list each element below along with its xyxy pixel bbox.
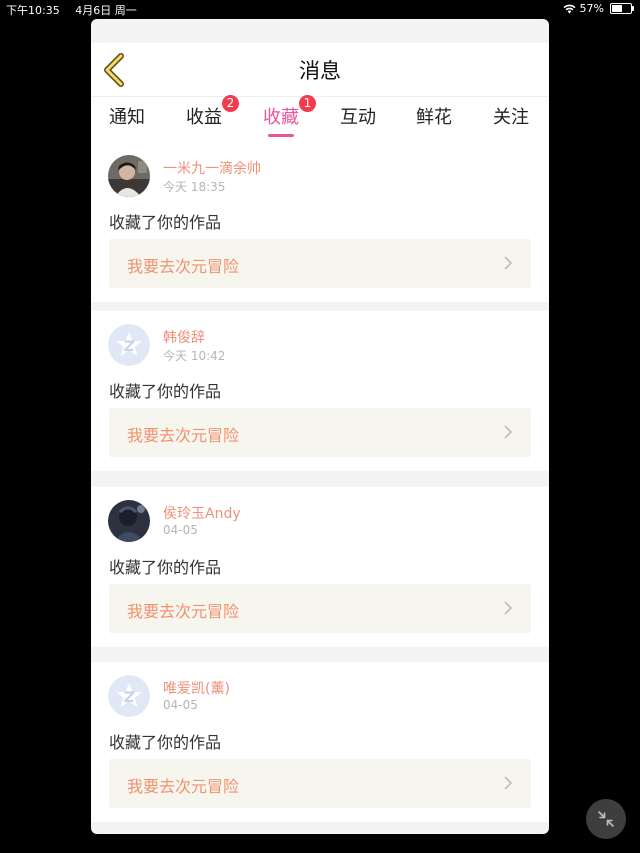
timestamp: 04-05 — [163, 698, 198, 712]
work-link[interactable]: 我要去次元冒险 — [109, 759, 531, 808]
header: 消息 — [91, 43, 549, 96]
work-link[interactable]: 我要去次元冒险 — [109, 408, 531, 457]
message-card: 韩俊辞 今天 10:42 收藏了你的作品 我要去次元冒险 — [91, 311, 549, 471]
work-link[interactable]: 我要去次元冒险 — [109, 584, 531, 633]
tab-favorites[interactable]: 收藏 1 — [263, 95, 316, 137]
action-text: 收藏了你的作品 — [109, 733, 222, 752]
status-bar: 下午10:35 4月6日 周一 57% — [0, 0, 640, 18]
active-tab-indicator — [268, 134, 294, 137]
battery-percent: 57% — [579, 2, 604, 15]
work-title: 我要去次元冒险 — [127, 257, 240, 276]
message-card: 侯玲玉Andy 04-05 收藏了你的作品 我要去次元冒险 — [91, 487, 549, 647]
chevron-right-icon — [504, 425, 513, 439]
chevron-right-icon — [504, 776, 513, 790]
tab-follow[interactable]: 关注 — [493, 103, 529, 129]
default-avatar-icon[interactable] — [108, 675, 150, 717]
tab-interaction[interactable]: 互动 — [340, 103, 376, 129]
default-avatar-icon[interactable] — [108, 324, 150, 366]
action-text: 收藏了你的作品 — [109, 213, 222, 232]
tab-label: 收藏 — [263, 107, 299, 128]
work-title: 我要去次元冒险 — [127, 777, 240, 796]
tab-label: 通知 — [109, 107, 145, 128]
status-time: 下午10:35 — [6, 4, 60, 17]
action-text: 收藏了你的作品 — [109, 558, 222, 577]
chevron-right-icon — [504, 256, 513, 270]
tab-label: 收益 — [186, 107, 222, 128]
tab-label: 互动 — [340, 107, 376, 128]
collapse-arrows-icon — [598, 811, 614, 827]
battery-level-fill — [612, 5, 623, 12]
action-text: 收藏了你的作品 — [109, 382, 222, 401]
tab-notification[interactable]: 通知 — [109, 103, 145, 129]
work-title: 我要去次元冒险 — [127, 426, 240, 445]
timestamp: 今天 10:42 — [163, 349, 226, 363]
minimize-button[interactable] — [586, 799, 626, 839]
username[interactable]: 唯爱凯(薰) — [163, 678, 230, 698]
wifi-icon — [563, 4, 576, 13]
status-date: 4月6日 周一 — [75, 4, 137, 17]
avatar[interactable] — [108, 155, 150, 197]
username[interactable]: 侯玲玉Andy — [163, 503, 241, 523]
work-link[interactable]: 我要去次元冒险 — [109, 239, 531, 288]
message-card: 一米九一滴余帅 今天 18:35 收藏了你的作品 我要去次元冒险 — [91, 142, 549, 302]
tab-label: 鲜花 — [416, 107, 452, 128]
tab-earnings[interactable]: 收益 2 — [186, 95, 239, 129]
tab-bar: 通知 收益 2 收藏 1 互动 鲜花 关注 — [91, 95, 549, 143]
messages-panel: 消息 通知 收益 2 收藏 1 互动 鲜花 关注 一米九一滴余帅 今天 18:3… — [91, 19, 549, 834]
username[interactable]: 韩俊辞 — [163, 327, 205, 347]
avatar[interactable] — [108, 500, 150, 542]
username[interactable]: 一米九一滴余帅 — [163, 158, 261, 178]
message-card: 唯爱凯(薰) 04-05 收藏了你的作品 我要去次元冒险 — [91, 662, 549, 822]
tab-flowers[interactable]: 鲜花 — [416, 103, 452, 129]
timestamp: 今天 18:35 — [163, 180, 226, 194]
unread-badge: 2 — [222, 95, 239, 112]
work-title: 我要去次元冒险 — [127, 602, 240, 621]
tab-label: 关注 — [493, 107, 529, 128]
timestamp: 04-05 — [163, 523, 198, 537]
unread-badge: 1 — [299, 95, 316, 112]
page-title: 消息 — [299, 59, 341, 83]
battery-icon — [610, 3, 634, 14]
chevron-right-icon — [504, 601, 513, 615]
